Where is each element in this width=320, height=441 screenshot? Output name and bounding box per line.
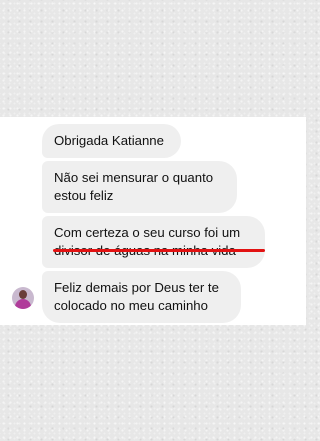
avatar[interactable]: [12, 287, 34, 309]
message-text: colocado no meu caminho: [54, 298, 208, 313]
chat-panel: Obrigada Katianne Não sei mensurar o qua…: [0, 117, 306, 325]
message-text: estou feliz: [54, 188, 114, 203]
message-text: Feliz demais por Deus ter te: [54, 280, 219, 295]
message-bubble[interactable]: Obrigada Katianne: [42, 124, 181, 158]
message-bubble[interactable]: Feliz demais por Deus ter te colocado no…: [42, 271, 241, 323]
avatar-body-icon: [15, 299, 31, 309]
message-text: Com certeza o seu curso foi um: [54, 225, 241, 240]
message-bubble[interactable]: Não sei mensurar o quanto estou feliz: [42, 161, 237, 213]
message-text: Não sei mensurar o quanto: [54, 170, 214, 185]
highlight-underline: [53, 249, 265, 252]
avatar-head-icon: [19, 290, 27, 299]
message-bubble[interactable]: Com certeza o seu curso foi um divisor d…: [42, 216, 265, 268]
message-text: Obrigada Katianne: [54, 133, 164, 148]
